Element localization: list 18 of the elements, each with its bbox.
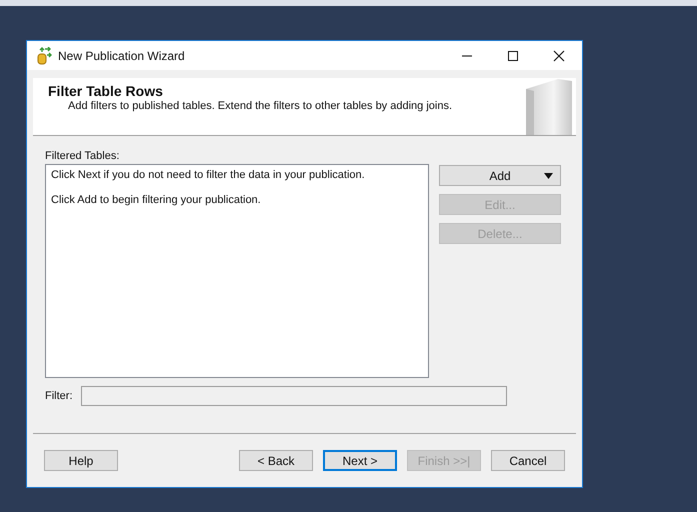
close-icon[interactable] [553,50,565,62]
footer-button[interactable]: Help [44,450,118,471]
caret-icon [544,173,553,179]
filter-field[interactable] [81,386,507,406]
list-message: Click Next if you do not need to filter the data in your publication. [51,169,366,181]
maximize-icon[interactable] [507,50,519,62]
footer-button[interactable]: Next > [323,450,397,471]
page-subtitle: Add filters to published tables. Extend the filters to other tables by adding joins. [67,100,452,112]
page-title: Filter Table Rows [48,83,164,99]
filtered-tables-list[interactable]: Click Next if you do not need to filter the data in your publication. Click Add to begin filtering your publication. [45,164,429,378]
database-arrows-icon [36,46,52,64]
filtered-tables-label: Filtered Tables: [45,150,120,162]
footer-button[interactable]: < Back [239,450,313,471]
list-message: Click Add to begin filtering your publication. [51,194,262,206]
add-dropdown-button[interactable]: Add [439,165,561,186]
window-title: New Publication Wizard [58,48,185,62]
footer-button[interactable]: Cancel [491,450,565,471]
filter-label: Filter: [45,390,74,402]
